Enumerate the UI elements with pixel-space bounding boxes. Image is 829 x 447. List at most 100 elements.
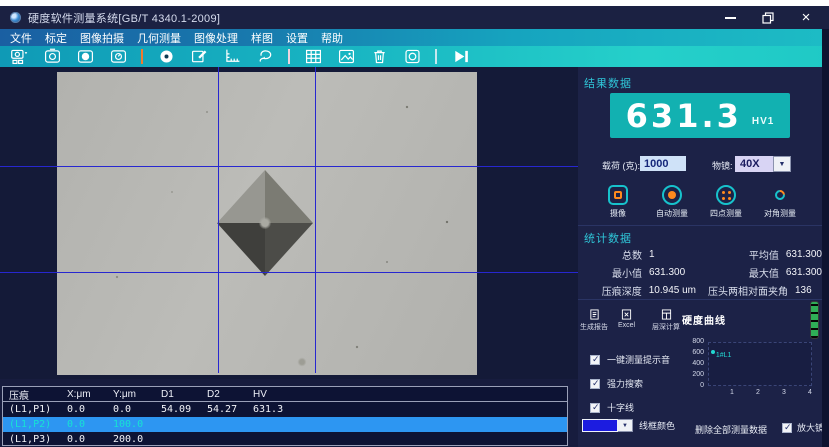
menu-item-image-capture[interactable]: 图像拍摄 xyxy=(80,30,124,46)
chart-title: 硬度曲线 xyxy=(682,316,726,327)
menu-item-help[interactable]: 帮助 xyxy=(321,30,343,46)
stats-grid: 总数 1 平均值 631.300 最小值 631.300 最大值 631.300 压痕深… xyxy=(578,245,822,299)
y-tick: 400 xyxy=(692,360,704,367)
stat-label: 最大值 xyxy=(748,268,779,280)
excel-export-label: Excel xyxy=(618,322,636,329)
grid-line-vertical xyxy=(315,67,316,373)
y-tick: 200 xyxy=(692,371,704,378)
app-window: 硬度软件测量系统[GB/T 4340.1-2009] × 文件 标定 图像拍摄 … xyxy=(0,6,829,447)
cell-d1: 54.09 xyxy=(161,404,192,415)
window-edge xyxy=(822,29,829,447)
table-row[interactable]: (L1,P3) 0.0 200.0 xyxy=(3,432,567,447)
objective-select[interactable]: 40X ▼ xyxy=(735,156,791,172)
generate-report-button[interactable]: 生成报告 xyxy=(580,309,608,332)
x-tick: 4 xyxy=(808,389,812,396)
load-input[interactable] xyxy=(640,156,686,171)
toolbar-separator xyxy=(435,49,437,64)
table-row[interactable]: (L1,P1) 0.0 0.0 54.09 54.27 631.3 xyxy=(3,402,567,417)
toolbar-button-record[interactable] xyxy=(402,47,422,67)
specimen-image xyxy=(57,72,477,375)
toolbar-button-capture-settings[interactable] xyxy=(9,47,29,67)
image-viewport[interactable] xyxy=(0,67,578,379)
cell-y: 200.0 xyxy=(113,434,144,445)
auto-measure-button[interactable]: 自动测量 xyxy=(644,185,700,219)
stat-value: 631.300 xyxy=(649,266,686,278)
menu-item-sample[interactable]: 样图 xyxy=(251,30,273,46)
hardness-value: 631.3 xyxy=(625,96,742,135)
level-indicator xyxy=(810,301,819,339)
magnifier-checkbox-row[interactable]: 放大镜 xyxy=(782,421,824,434)
objective-value: 40X xyxy=(735,156,773,172)
checkbox-icon[interactable] xyxy=(590,378,600,389)
col-header-y: Y:μm xyxy=(113,388,136,400)
capture-settings-icon xyxy=(10,49,27,65)
cell-x: 0.0 xyxy=(67,404,86,415)
menu-bar: 文件 标定 图像拍摄 几何测量 图像处理 样图 设置 帮助 xyxy=(0,29,829,46)
chevron-down-icon[interactable]: ▼ xyxy=(618,419,633,432)
delete-all-data-button[interactable]: 删除全部测量数据 xyxy=(695,423,767,436)
menu-item-settings[interactable]: 设置 xyxy=(286,30,308,46)
checkbox-icon[interactable] xyxy=(782,422,792,433)
menu-item-geometry-measure[interactable]: 几何测量 xyxy=(137,30,181,46)
target-point-icon xyxy=(159,50,173,63)
toolbar-button-camera-preview[interactable] xyxy=(108,47,128,67)
stat-value: 631.300 xyxy=(785,248,822,260)
toolbar-button-camera-single[interactable] xyxy=(42,47,62,67)
indentation-mark xyxy=(217,170,313,276)
col-header-d1: D1 xyxy=(161,388,174,400)
auto-measure-label: 自动测量 xyxy=(656,209,688,218)
four-point-measure-button[interactable]: 四点测量 xyxy=(698,185,754,219)
diagonal-measure-label: 对角测量 xyxy=(764,209,796,218)
cell-x: 0.0 xyxy=(67,419,86,430)
stat-value: 136 xyxy=(795,284,812,296)
menu-item-file[interactable]: 文件 xyxy=(10,30,32,46)
maximize-button[interactable] xyxy=(761,11,775,25)
lasso-icon xyxy=(259,50,271,62)
y-tick: 0 xyxy=(700,382,704,389)
line-color-dropdown[interactable]: ▼ 线框颜色 xyxy=(582,419,675,432)
stat-value: 631.300 xyxy=(785,266,822,278)
case-depth-calc-label: 层深计算 xyxy=(652,324,680,331)
y-tick: 600 xyxy=(692,349,704,356)
checkbox-icon[interactable] xyxy=(590,354,600,365)
table-row[interactable]: (L1,P2) 0.0 100.0 xyxy=(3,417,567,432)
annotate-icon xyxy=(191,50,206,63)
cell-x: 0.0 xyxy=(67,434,86,445)
toolbar-button-caliper[interactable] xyxy=(222,47,242,67)
toolbar-button-gallery[interactable] xyxy=(336,47,356,67)
objective-label: 物镜: xyxy=(712,161,733,171)
toolbar-button-play-next[interactable] xyxy=(450,47,470,67)
cell-indent: (L1,P2) xyxy=(9,419,52,430)
case-depth-calc-button[interactable]: 层深计算 xyxy=(652,309,680,332)
toolbar-separator xyxy=(141,49,143,64)
toolbar-button-camera-filled[interactable] xyxy=(75,47,95,67)
checkbox-icon[interactable] xyxy=(590,402,600,413)
toolbar-button-data-table[interactable] xyxy=(303,47,323,67)
col-header-indent: 压痕 xyxy=(9,390,29,402)
auto-measure-icon xyxy=(662,185,682,205)
chevron-down-icon[interactable]: ▼ xyxy=(773,156,791,172)
toolbar-button-annotate[interactable] xyxy=(189,47,209,67)
toolbar-button-target-point[interactable] xyxy=(156,47,176,67)
strong-search-label: 强力搜索 xyxy=(607,379,644,389)
minimize-button[interactable] xyxy=(723,11,737,25)
toolbar-button-trash[interactable] xyxy=(369,47,389,67)
close-button[interactable]: × xyxy=(799,10,813,25)
measurement-table: 压痕 X:μm Y:μm D1 D2 HV (L1,P1) 0.0 0.0 54… xyxy=(2,386,568,446)
excel-export-button[interactable]: Excel xyxy=(618,309,635,329)
strong-search-checkbox-row[interactable]: 强力搜索 xyxy=(590,377,643,390)
report-icon xyxy=(589,309,599,320)
diagonal-measure-button[interactable]: 对角测量 xyxy=(752,185,808,219)
camera-filled-icon xyxy=(77,50,93,63)
col-header-x: X:μm xyxy=(67,388,91,400)
beep-checkbox-row[interactable]: 一键测量提示音 xyxy=(590,353,670,366)
maximize-icon xyxy=(762,11,774,24)
menu-item-calibration[interactable]: 标定 xyxy=(45,30,67,46)
chart-point-label: 1#L1 xyxy=(715,351,732,359)
menu-item-image-process[interactable]: 图像处理 xyxy=(194,30,238,46)
excel-icon xyxy=(621,309,632,320)
crosshair-checkbox-row[interactable]: 十字线 xyxy=(590,401,634,414)
camera-button[interactable]: 摄像 xyxy=(590,185,646,219)
col-header-d2: D2 xyxy=(207,388,220,400)
toolbar-button-lasso[interactable] xyxy=(255,47,275,67)
